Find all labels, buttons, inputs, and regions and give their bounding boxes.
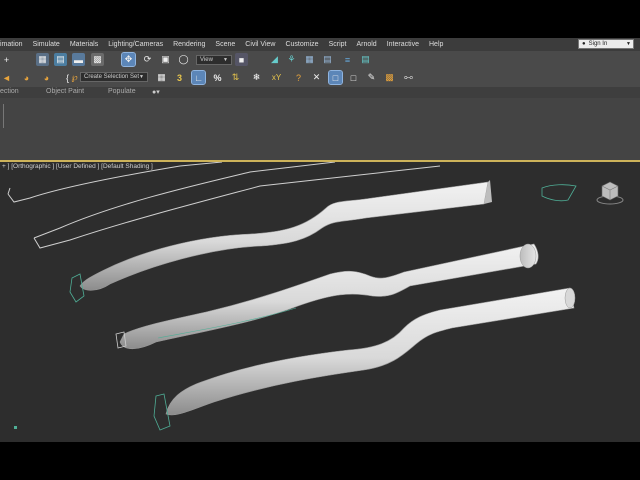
menu-item-arnold[interactable]: Arnold bbox=[351, 41, 381, 48]
main-toolbar-row-2: ◄ ◕ ◕ { ℘ Create Selection Set ▼ ▦ 3 ∟ % … bbox=[0, 69, 640, 87]
reference-coordinate-dropdown[interactable]: View ▼ bbox=[196, 55, 232, 65]
pivot-center-icon[interactable]: ■ bbox=[235, 53, 248, 66]
menu-item-materials[interactable]: Materials bbox=[65, 41, 103, 48]
teapot-icon[interactable]: ◕ bbox=[20, 71, 33, 84]
undo-icon[interactable]: ◄ bbox=[0, 71, 13, 84]
menu-bar: imation Simulate Materials Lighting/Came… bbox=[0, 38, 640, 51]
spline-outline-2[interactable] bbox=[7, 187, 11, 195]
menu-item-script[interactable]: Script bbox=[324, 41, 352, 48]
angle-snap-icon[interactable]: ∟ bbox=[191, 70, 206, 85]
ribbon-tab-selection[interactable]: ection bbox=[0, 88, 19, 95]
edit-named-selection-icon[interactable]: ✎ bbox=[365, 71, 378, 84]
ribbon-panel bbox=[0, 98, 640, 161]
viewport-corner-marker bbox=[14, 426, 17, 429]
menu-item-lighting-cameras[interactable]: Lighting/Cameras bbox=[103, 41, 168, 48]
isolate-icon[interactable]: ▩ bbox=[383, 71, 396, 84]
select-place-icon[interactable]: ◯ bbox=[177, 53, 190, 66]
app-window: imation Simulate Materials Lighting/Came… bbox=[0, 38, 640, 442]
scene-explorer-icon[interactable]: ▤ bbox=[54, 53, 67, 66]
percent-snap-icon[interactable]: % bbox=[211, 71, 224, 84]
align-icon[interactable]: ⚘ bbox=[285, 53, 298, 66]
select-link-icon[interactable]: + bbox=[0, 53, 13, 66]
toggle-ribbon-icon[interactable]: ▬ bbox=[72, 53, 85, 66]
letterbox-bottom bbox=[0, 442, 640, 480]
letterbox-top bbox=[0, 0, 640, 38]
named-selection-icon[interactable]: ▦ bbox=[155, 71, 168, 84]
quick-align-icon[interactable]: ▦ bbox=[303, 53, 316, 66]
ribbon-grip bbox=[3, 104, 4, 128]
select-and-scale-icon[interactable]: ▣ bbox=[159, 53, 172, 66]
select-and-move-icon[interactable]: ✥ bbox=[121, 52, 136, 67]
chevron-down-icon: ▼ bbox=[626, 41, 631, 47]
handle-object-1[interactable] bbox=[69, 180, 492, 303]
main-toolbar-row-1: + ▦ ▤ ▬ ▩ ✥ ⟳ ▣ ◯ View ▼ ■ ◢ ⚘ ▦ ▤ ≡ ▤ bbox=[0, 51, 640, 69]
material-editor-icon[interactable]: ▩ bbox=[91, 53, 104, 66]
mirror-icon[interactable]: ◢ bbox=[268, 53, 281, 66]
key-filter-icon[interactable]: ? bbox=[292, 71, 305, 84]
scene-view bbox=[7, 162, 624, 431]
spline-outline-1[interactable] bbox=[7, 162, 223, 203]
spline-outline-4[interactable] bbox=[33, 162, 336, 239]
sign-in-label: Sign In bbox=[588, 41, 608, 47]
curve-editor-icon[interactable]: ≡ bbox=[341, 53, 354, 66]
menu-item-simulate[interactable]: Simulate bbox=[28, 41, 65, 48]
select-region-icon[interactable]: □ bbox=[328, 70, 343, 85]
user-icon: ● bbox=[582, 41, 586, 47]
ribbon-tab-bar: ection Object Paint Populate ●▾ bbox=[0, 87, 640, 98]
spinner-snap-icon[interactable]: ⇅ bbox=[229, 71, 242, 84]
layer-explorer-icon[interactable]: ▦ bbox=[36, 53, 49, 66]
xyz-axis-icon[interactable]: xY bbox=[270, 71, 283, 84]
ribbon-options-icon[interactable]: ●▾ bbox=[152, 88, 160, 96]
magnet-icon[interactable]: ⧟ bbox=[402, 71, 415, 84]
helper-outline[interactable] bbox=[541, 184, 577, 202]
menu-item-animation[interactable]: imation bbox=[0, 41, 28, 48]
menu-item-help[interactable]: Help bbox=[424, 41, 448, 48]
schematic-view-icon[interactable]: ▤ bbox=[359, 53, 372, 66]
sign-in-dropdown[interactable]: ● Sign In ▼ bbox=[578, 39, 634, 49]
menu-item-civil-view[interactable]: Civil View bbox=[240, 41, 280, 48]
ribbon-tab-populate[interactable]: Populate bbox=[108, 88, 136, 95]
perspective-viewport[interactable]: + ] [Orthographic ] [User Defined ] [Def… bbox=[0, 160, 640, 442]
select-and-rotate-icon[interactable]: ⟳ bbox=[141, 53, 154, 66]
menu-item-customize[interactable]: Customize bbox=[280, 41, 323, 48]
ribbon-tab-object-paint[interactable]: Object Paint bbox=[46, 88, 84, 95]
snowflake-icon[interactable]: ❄ bbox=[250, 71, 263, 84]
normal-align-icon[interactable]: ▤ bbox=[321, 53, 334, 66]
create-selection-set-dropdown[interactable]: Create Selection Set ▼ bbox=[80, 72, 148, 82]
render-setup-icon[interactable]: ◕ bbox=[40, 71, 53, 84]
auto-key-icon[interactable]: ✕ bbox=[310, 71, 323, 84]
menu-item-rendering[interactable]: Rendering bbox=[168, 41, 210, 48]
chevron-down-icon: ▼ bbox=[139, 74, 144, 80]
select-window-icon[interactable]: □ bbox=[347, 71, 360, 84]
snaps-3d-icon[interactable]: 3 bbox=[173, 71, 186, 84]
menu-item-interactive[interactable]: Interactive bbox=[382, 41, 424, 48]
chevron-down-icon: ▼ bbox=[223, 57, 228, 63]
menu-item-scene[interactable]: Scene bbox=[210, 41, 240, 48]
